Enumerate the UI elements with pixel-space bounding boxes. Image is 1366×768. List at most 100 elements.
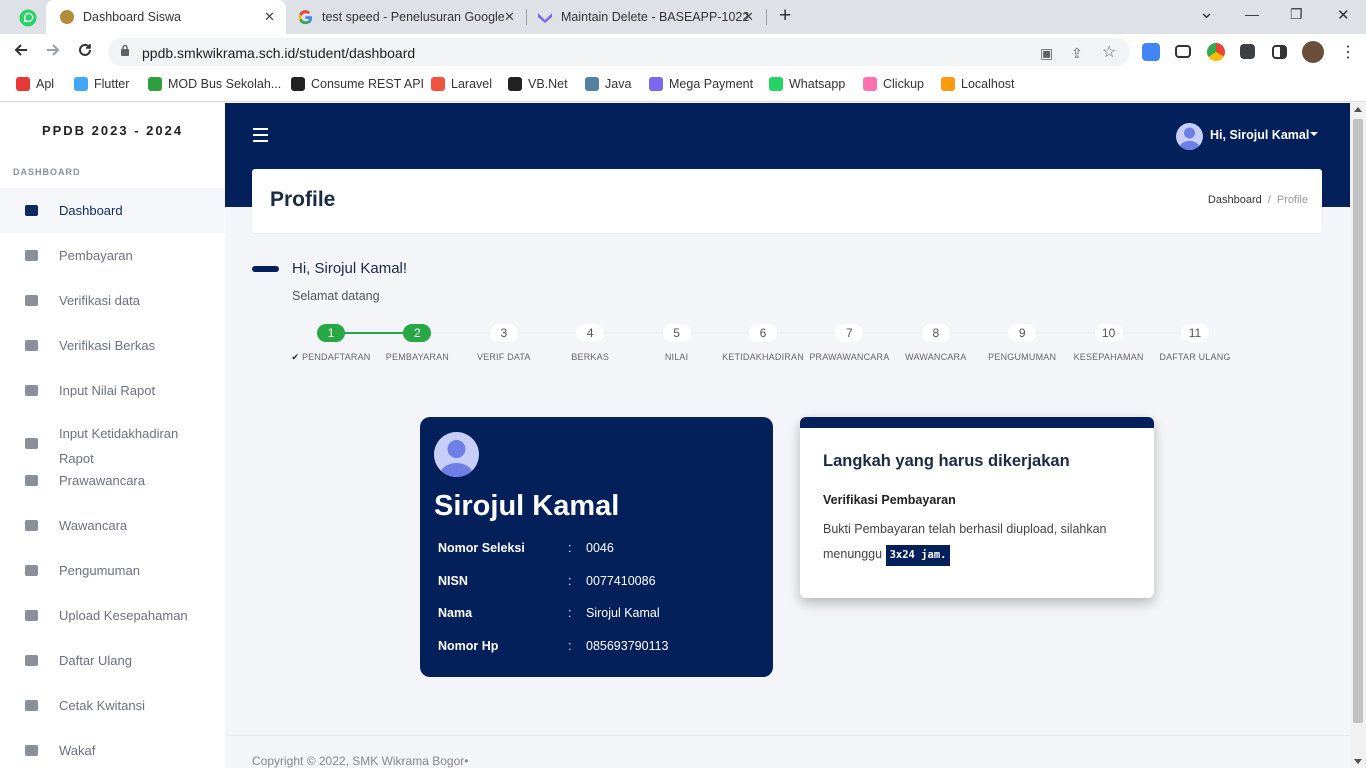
- restore-button[interactable]: ❐: [1290, 6, 1303, 23]
- clickup-icon: [538, 13, 552, 23]
- bookmarks-bar: Apl Flutter MOD Bus Sekolah... Consume REST…: [0, 70, 1366, 102]
- sidebar-item-verifikasi-berkas[interactable]: Verifikasi Berkas: [0, 323, 225, 368]
- sidebar-item-label: Pembayaran: [59, 248, 133, 263]
- chevron-down-icon[interactable]: [1310, 132, 1318, 136]
- chrome-menu-icon[interactable]: ⋮: [1340, 42, 1356, 62]
- sidebar-item-dashboard[interactable]: Dashboard: [0, 188, 225, 233]
- new-tab-button[interactable]: +: [779, 4, 791, 28]
- side-panel-icon[interactable]: [1272, 45, 1287, 59]
- laravel-icon: [431, 77, 445, 91]
- sidebar-brand[interactable]: PPDB 2023 - 2024: [0, 123, 225, 138]
- sidebar-item-wakaf[interactable]: Wakaf: [0, 728, 225, 768]
- clipboard-check-icon: [25, 340, 38, 351]
- sidebar-item-label: Upload Kesepahaman: [59, 608, 188, 623]
- profile-avatar-icon[interactable]: [1302, 41, 1324, 63]
- bookmark-1[interactable]: Flutter: [74, 77, 129, 91]
- footer: Copyright © 2022, SMK Wikrama Bogor•: [225, 735, 1350, 768]
- close-tab-icon[interactable]: ✕: [264, 9, 275, 25]
- laptop-icon: [25, 475, 38, 486]
- lock-icon: [121, 44, 129, 56]
- sidebar-item-input-nilai-rapot[interactable]: Input Nilai Rapot: [0, 368, 225, 413]
- scrollbar-thumb[interactable]: [1353, 119, 1363, 723]
- clipboard-check-icon: [25, 385, 38, 396]
- profile-colon: :: [568, 639, 572, 653]
- bookmark-star-icon[interactable]: ☆: [1102, 42, 1116, 62]
- tab-google-search[interactable]: test speed - Penelusuran Google ✕: [286, 0, 526, 34]
- bookmark-9[interactable]: Clickup: [863, 77, 924, 91]
- bookmark-3[interactable]: Consume REST API: [291, 77, 424, 91]
- bookmark-7[interactable]: Mega Payment: [649, 77, 753, 91]
- step-label-text: PRAWAWANCARA: [809, 352, 890, 362]
- sidebar-heading: DASHBOARD: [13, 167, 81, 177]
- reload-icon: [79, 43, 91, 56]
- translate-icon[interactable]: ▣: [1040, 45, 1053, 62]
- home-icon: [25, 205, 38, 216]
- money-icon: [25, 745, 38, 756]
- clock-icon: [25, 520, 38, 531]
- next-step-title: Langkah yang harus dikerjakan: [823, 452, 1070, 470]
- omnibox[interactable]: ppdb.smkwikrama.sch.id/student/dashboard…: [108, 38, 1130, 66]
- sidebar-item-wawancara[interactable]: Wawancara: [0, 503, 225, 548]
- close-tab-icon[interactable]: ✕: [743, 9, 754, 25]
- book-icon: [25, 295, 38, 306]
- bookmark-6[interactable]: Java: [585, 77, 631, 91]
- greeting-subtitle: Selamat datang: [292, 289, 380, 303]
- java-icon: [585, 77, 599, 91]
- share-icon[interactable]: ⇪: [1071, 45, 1083, 62]
- minimize-button[interactable]: —: [1245, 6, 1259, 22]
- tab-maintain-delete[interactable]: Maintain Delete - BASEAPP-1022 ✕: [527, 0, 765, 34]
- sidebar-item-verifikasi-data[interactable]: Verifikasi data: [0, 278, 225, 323]
- picture-in-picture-icon[interactable]: [1175, 45, 1191, 58]
- sidebar-item-daftar-ulang[interactable]: Daftar Ulang: [0, 638, 225, 683]
- bookmark-8[interactable]: Whatsapp: [769, 77, 845, 91]
- step-11-number: 11: [1181, 324, 1209, 342]
- bookmark-4[interactable]: Laravel: [431, 77, 492, 91]
- chrome-extension-icon[interactable]: [1207, 43, 1225, 61]
- hamburger-menu-icon[interactable]: [253, 128, 268, 146]
- breadcrumb-home-link[interactable]: Dashboard: [1208, 194, 1262, 206]
- bookmark-label: Java: [605, 77, 632, 91]
- url-text[interactable]: ppdb.smkwikrama.sch.id/student/dashboard: [142, 45, 415, 61]
- sidebar-item-upload-kesepahaman[interactable]: Upload Kesepahaman: [0, 593, 225, 638]
- tab-dashboard-siswa[interactable]: Dashboard Siswa ✕: [46, 0, 286, 34]
- step-8-label: WAWANCARA: [886, 352, 986, 362]
- forward-button[interactable]: [45, 42, 61, 63]
- tab-title: Dashboard Siswa: [83, 10, 181, 24]
- sidebar-item-label: Verifikasi data: [59, 293, 140, 308]
- step-6-number: 6: [749, 324, 777, 342]
- browser-tab-bar: Dashboard Siswa ✕ test speed - Penelusur…: [0, 0, 1366, 34]
- sidebar-item-label: Pengumuman: [59, 563, 140, 578]
- bookmark-10[interactable]: Localhost: [941, 77, 1015, 91]
- google-icon: [298, 10, 313, 25]
- scroll-up-arrow-icon[interactable]: [1354, 107, 1362, 112]
- page-header-card: Profile Dashboard / Profile: [252, 169, 1322, 233]
- sidebar-item-pembayaran[interactable]: Pembayaran: [0, 233, 225, 278]
- sidebar-item-pengumuman[interactable]: Pengumuman: [0, 548, 225, 593]
- bookmark-label: VB.Net: [528, 77, 568, 91]
- sidebar-item-cetak-kwitansi[interactable]: Cetak Kwitansi: [0, 683, 225, 728]
- reload-button[interactable]: [77, 42, 93, 63]
- step-8-number: 8: [921, 324, 950, 342]
- sidebar-item-label: Wakaf: [59, 743, 96, 758]
- google-translate-extension-icon[interactable]: [1142, 43, 1160, 61]
- back-button[interactable]: [13, 42, 29, 63]
- greeting-accent-bar: [252, 266, 279, 272]
- close-window-button[interactable]: ✕: [1337, 6, 1350, 24]
- sidebar-item-prawawancara[interactable]: Prawawancara: [0, 458, 225, 503]
- profile-name: Sirojul Kamal: [434, 490, 620, 522]
- bookmark-5[interactable]: VB.Net: [508, 77, 568, 91]
- bookmark-0[interactable]: Apl: [16, 77, 54, 91]
- pinned-tab-whatsapp[interactable]: [12, 7, 44, 29]
- user-menu-toggle[interactable]: Hi, Sirojul Kamal: [1210, 128, 1309, 142]
- school-favicon: [60, 10, 74, 24]
- page-scrollbar[interactable]: [1350, 103, 1366, 768]
- user-avatar[interactable]: [1176, 123, 1203, 150]
- close-tab-icon[interactable]: ✕: [504, 9, 515, 25]
- tab-title: Maintain Delete - BASEAPP-1022: [561, 10, 750, 24]
- puzzle-extensions-icon[interactable]: [1240, 44, 1255, 59]
- bookmark-2[interactable]: MOD Bus Sekolah...: [148, 77, 281, 91]
- clickup-icon: [863, 77, 877, 91]
- book-icon: [25, 610, 38, 621]
- scroll-down-arrow-icon[interactable]: [1354, 759, 1362, 764]
- tab-search-dropdown[interactable]: ⌄: [1199, 2, 1214, 23]
